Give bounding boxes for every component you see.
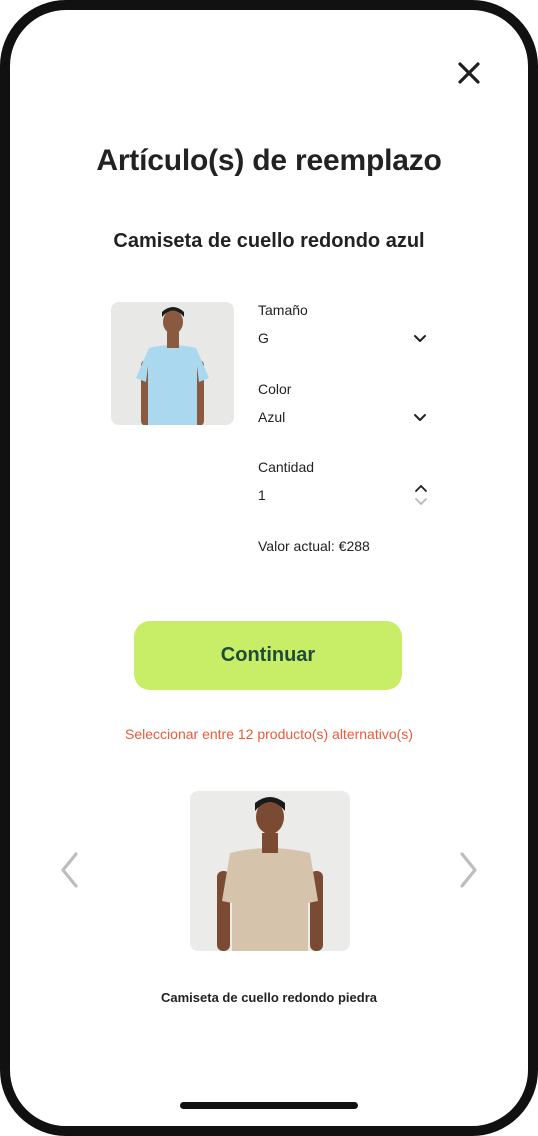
color-label: Color: [258, 381, 292, 397]
product-image: [111, 302, 234, 425]
quantity-label: Cantidad: [258, 459, 315, 475]
chevron-left-icon[interactable]: [58, 850, 82, 890]
alternative-product-name: Camiseta de cuello redondo piedra: [161, 990, 377, 1005]
page-title: Artículo(s) de reemplazo: [96, 144, 442, 177]
size-label: Tamaño: [258, 302, 308, 318]
current-value: Valor actual: €288: [258, 538, 370, 554]
close-icon[interactable]: [456, 60, 482, 86]
chevron-right-icon[interactable]: [456, 850, 480, 890]
chevron-down-icon[interactable]: [412, 331, 428, 347]
alternative-product-image[interactable]: [190, 791, 350, 951]
quantity-stepper-icon[interactable]: [412, 482, 430, 508]
alternatives-link[interactable]: Seleccionar entre 12 producto(s) alterna…: [10, 726, 528, 742]
product-name: Camiseta de cuello redondo azul: [113, 230, 425, 252]
chevron-down-icon[interactable]: [412, 410, 428, 426]
home-indicator: [180, 1102, 358, 1109]
continue-button[interactable]: Continuar: [134, 621, 402, 690]
size-select[interactable]: G: [258, 330, 269, 346]
color-select[interactable]: Azul: [258, 409, 285, 425]
phone-frame: Artículo(s) de reemplazo Camiseta de cue…: [0, 0, 538, 1136]
quantity-input[interactable]: 1: [258, 487, 266, 503]
